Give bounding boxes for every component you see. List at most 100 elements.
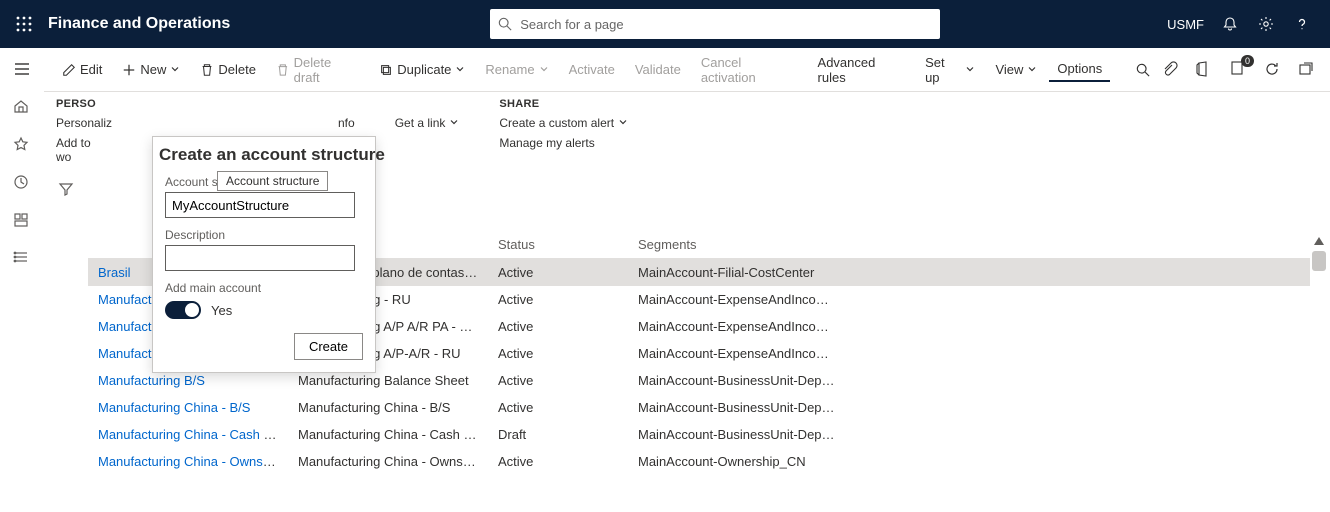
description-input[interactable] [165,245,355,271]
share-header: SHARE [499,98,628,110]
cell-segments: MainAccount-Ownership_CN [628,448,888,475]
notification-icon[interactable] [1220,14,1240,34]
app-title: Finance and Operations [48,15,230,33]
advanced-rules-button[interactable]: Advanced rules [810,51,914,89]
create-alert-link[interactable]: Create a custom alert [499,116,628,130]
gear-icon[interactable] [1256,14,1276,34]
cell-desc: Manufacturing China - B/S [288,394,488,421]
search-icon [1136,63,1150,77]
home-icon[interactable] [13,98,31,116]
cell-segments: MainAccount-BusinessUnit-Dep… [628,367,888,394]
cell-name: Manufacturing China - Cash acc… [88,421,288,448]
cell-name: Manufacturing China - B/S [88,394,288,421]
structure-link[interactable]: Manufacturing B/S [98,373,205,388]
office-icon[interactable] [1196,61,1214,79]
record-info-link[interactable]: nfo [338,116,355,130]
cell-name: Manufacturing China - Ownsers… [88,448,288,475]
scrollbar-thumb[interactable] [1312,251,1326,271]
cell-desc: Manufacturing China - Cash acc… [288,421,488,448]
personalize-header: PERSO [56,98,98,110]
duplicate-button[interactable]: Duplicate [371,58,473,81]
chevron-down-icon [170,62,180,77]
chevron-down-icon [1027,62,1037,77]
set-up-button[interactable]: Set up [917,51,983,89]
delete-button[interactable]: Delete [192,58,264,81]
cell-segments: MainAccount-BusinessUnit-Dep… [628,421,888,448]
nav-rail [0,48,44,512]
edit-button[interactable]: Edit [54,58,110,81]
cell-status: Active [488,259,628,286]
chevron-down-icon [539,62,549,77]
cell-segments: MainAccount-Filial-CostCenter [628,259,888,286]
add-main-account-toggle[interactable] [165,301,201,319]
manage-alerts-link[interactable]: Manage my alerts [499,136,628,150]
recent-icon[interactable] [13,174,31,192]
search-input[interactable] [520,17,932,32]
toggle-value-label: Yes [211,303,232,318]
structure-link[interactable]: Manufacturing China - Ownsers… [98,454,288,469]
options-tab[interactable]: Options [1049,57,1110,82]
trash-icon [200,63,214,77]
structure-link[interactable]: Manufacturing China - B/S [98,400,250,415]
account-structure-input[interactable] [165,192,355,218]
action-bar: Edit New Delete Delete draft Duplicate R… [44,48,1330,92]
pencil-icon [62,63,76,77]
add-main-account-label: Add main account [165,281,363,295]
rename-button: Rename [477,58,556,81]
add-to-workspace-link[interactable]: Add to wo [56,136,98,164]
validate-button: Validate [627,58,689,81]
col-status[interactable]: Status [488,231,628,259]
search-icon [498,17,512,31]
company-code[interactable]: USMF [1167,17,1204,32]
cell-status: Active [488,313,628,340]
activate-button: Activate [561,58,623,81]
popout-icon[interactable] [1298,61,1316,79]
dialog-title: Create an account structure [159,145,363,165]
app-launcher-icon[interactable] [10,10,38,38]
account-structure-tooltip: Account structure [217,171,328,191]
create-account-structure-dialog: Create an account structure Account s Ac… [152,136,376,373]
structure-link[interactable]: Brasil [98,265,131,280]
chevron-down-icon [965,62,975,77]
refresh-icon[interactable] [1264,61,1282,79]
create-button[interactable]: Create [294,333,363,360]
cell-status: Active [488,340,628,367]
chevron-down-icon [455,62,465,77]
favorite-icon[interactable] [13,136,31,154]
cell-desc: Manufacturing China - Ownsers… [288,448,488,475]
cell-segments: MainAccount-ExpenseAndInco… [628,286,888,313]
cell-status: Active [488,448,628,475]
cell-status: Active [488,394,628,421]
chevron-down-icon [449,116,459,130]
table-row[interactable]: Manufacturing China - B/S Manufacturing … [88,394,1310,421]
global-header: Finance and Operations USMF [0,0,1330,48]
personalize-link[interactable]: Personaliz [56,116,98,130]
global-search[interactable] [490,9,940,39]
new-button[interactable]: New [114,58,188,81]
cell-segments: MainAccount-ExpenseAndInco… [628,340,888,367]
cell-status: Active [488,286,628,313]
view-button[interactable]: View [987,58,1045,81]
scroll-up-arrow-icon[interactable] [1314,237,1324,245]
hamburger-icon[interactable] [13,60,31,78]
filter-icon[interactable] [58,181,74,512]
pin-icon[interactable]: 0 [1230,61,1248,79]
table-row[interactable]: Manufacturing China - Ownsers… Manufactu… [88,448,1310,475]
delete-draft-button: Delete draft [268,51,367,89]
structure-link[interactable]: Manufacturing China - Cash acc… [98,427,288,442]
modules-icon[interactable] [13,250,31,268]
plus-icon [122,63,136,77]
help-icon[interactable] [1292,14,1312,34]
vertical-scrollbar[interactable] [1312,251,1326,512]
find-button[interactable] [1128,59,1158,81]
get-link-link[interactable]: Get a link [395,116,460,130]
cell-status: Draft [488,421,628,448]
cell-segments: MainAccount-ExpenseAndInco… [628,313,888,340]
cell-segments: MainAccount-BusinessUnit-Dep… [628,394,888,421]
col-segments[interactable]: Segments [628,231,888,259]
trash-icon [276,63,290,77]
workspace-icon[interactable] [13,212,31,230]
attachment-icon[interactable] [1162,61,1180,79]
cancel-activation-button: Cancel activation [693,51,806,89]
table-row[interactable]: Manufacturing China - Cash acc… Manufact… [88,421,1310,448]
